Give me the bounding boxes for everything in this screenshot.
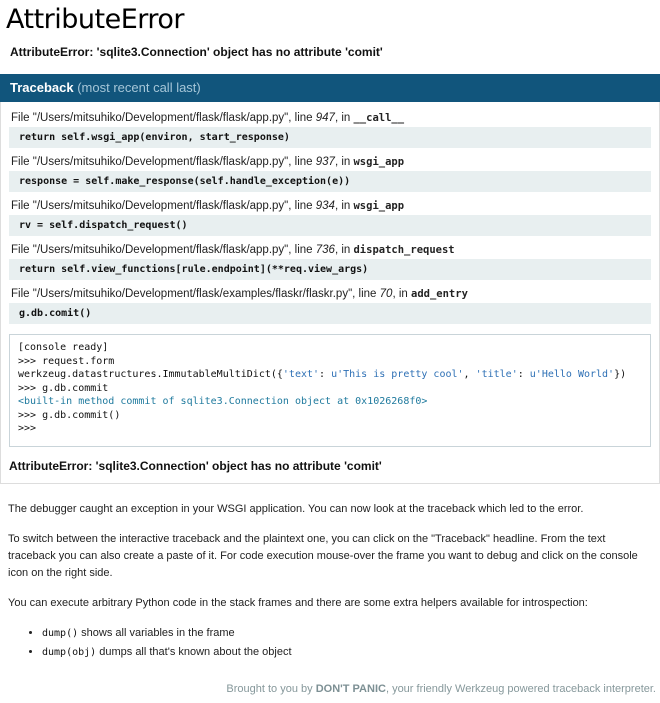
helper-item: dump() shows all variables in the frame — [42, 625, 652, 642]
line-number: 70 — [380, 288, 393, 300]
traceback-frame[interactable]: File "/Users/mitsuhiko/Development/flask… — [9, 112, 651, 148]
exception-message: AttributeError: 'sqlite3.Connection' obj… — [10, 45, 660, 59]
in-label: , in — [335, 200, 354, 212]
helper-item: dump(obj) dumps all that's known about t… — [42, 644, 652, 661]
helper-code: dump() — [42, 628, 78, 639]
frame-location: File "/Users/mitsuhiko/Development/flask… — [11, 156, 649, 168]
frame-source-line[interactable]: response = self.make_response(self.handl… — [9, 171, 651, 192]
file-label: File — [11, 200, 33, 212]
line-number: 937 — [316, 156, 335, 168]
line-label: , line — [288, 200, 316, 212]
explanation-paragraph: To switch between the interactive traceb… — [8, 531, 652, 582]
traceback-frame[interactable]: File "/Users/mitsuhiko/Development/flask… — [9, 200, 651, 236]
interactive-console[interactable]: [console ready] >>> request.form werkzeu… — [9, 334, 651, 447]
traceback-header-note: (most recent call last) — [77, 80, 201, 95]
footer-text: Brought to you by — [226, 683, 315, 695]
traceback-error-line: AttributeError: 'sqlite3.Connection' obj… — [9, 459, 651, 473]
console-string-literal: 'text' — [283, 369, 319, 380]
console-input-line: >>> g.db.commit — [18, 382, 642, 396]
page-title: AttributeError — [6, 0, 660, 35]
explanation-paragraph: You can execute arbitrary Python code in… — [8, 595, 652, 612]
console-output-line: werkzeug.datastructures.ImmutableMultiDi… — [18, 368, 642, 382]
line-number: 947 — [316, 112, 335, 124]
line-label: , line — [288, 244, 316, 256]
function-name: dispatch_request — [353, 244, 454, 256]
console-prompt[interactable]: >>> — [18, 422, 642, 436]
file-label: File — [11, 112, 33, 124]
function-name: wsgi_app — [353, 200, 404, 212]
line-label: , line — [288, 156, 316, 168]
line-label: , line — [352, 288, 380, 300]
file-path: "/Users/mitsuhiko/Development/flask/flas… — [33, 244, 289, 256]
console-input-line: >>> g.db.commit() — [18, 409, 642, 423]
console-output-text: werkzeug.datastructures.ImmutableMultiDi… — [18, 369, 283, 380]
helper-code: dump(obj) — [42, 647, 96, 658]
console-string-literal: u'This is pretty cool' — [331, 369, 463, 380]
helper-description: shows all variables in the frame — [78, 627, 235, 639]
in-label: , in — [335, 244, 354, 256]
explanation-section: The debugger caught an exception in your… — [0, 484, 660, 661]
frame-location: File "/Users/mitsuhiko/Development/flask… — [11, 244, 649, 256]
line-number: 736 — [316, 244, 335, 256]
in-label: , in — [335, 156, 354, 168]
file-path: "/Users/mitsuhiko/Development/flask/flas… — [33, 156, 289, 168]
console-output-text: : — [319, 369, 331, 380]
frame-location: File "/Users/mitsuhiko/Development/flask… — [11, 200, 649, 212]
frame-source-line[interactable]: g.db.comit() — [9, 303, 651, 324]
console-string-literal: 'title' — [476, 369, 518, 380]
function-name: wsgi_app — [353, 156, 404, 168]
console-output-text: : — [518, 369, 530, 380]
file-path: "/Users/mitsuhiko/Development/flask/flas… — [33, 112, 289, 124]
line-label: , line — [288, 112, 316, 124]
traceback-frame[interactable]: File "/Users/mitsuhiko/Development/flask… — [9, 288, 651, 324]
file-label: File — [11, 244, 33, 256]
traceback-box: File "/Users/mitsuhiko/Development/flask… — [0, 102, 660, 484]
frame-location: File "/Users/mitsuhiko/Development/flask… — [11, 112, 649, 124]
explanation-paragraph: The debugger caught an exception in your… — [8, 501, 652, 518]
in-label: , in — [392, 288, 411, 300]
traceback-frame[interactable]: File "/Users/mitsuhiko/Development/flask… — [9, 156, 651, 192]
function-name: __call__ — [353, 112, 404, 124]
function-name: add_entry — [411, 288, 468, 300]
console-string-literal: u'Hello World' — [530, 369, 614, 380]
file-path: "/Users/mitsuhiko/Development/flask/exam… — [33, 288, 352, 300]
console-object-repr-line: <built-in method commit of sqlite3.Conne… — [18, 395, 642, 409]
line-number: 934 — [316, 200, 335, 212]
footer-brand: DON'T PANIC — [316, 683, 386, 695]
traceback-header-title: Traceback — [10, 80, 77, 95]
traceback-header[interactable]: Traceback (most recent call last) — [0, 74, 660, 102]
console-output-text: , — [464, 369, 476, 380]
traceback-frame[interactable]: File "/Users/mitsuhiko/Development/flask… — [9, 244, 651, 280]
frame-source-line[interactable]: rv = self.dispatch_request() — [9, 215, 651, 236]
in-label: , in — [335, 112, 354, 124]
file-label: File — [11, 156, 33, 168]
frame-source-line[interactable]: return self.view_functions[rule.endpoint… — [9, 259, 651, 280]
file-path: "/Users/mitsuhiko/Development/flask/flas… — [33, 200, 289, 212]
console-input-line: >>> request.form — [18, 355, 642, 369]
console-output-text: }) — [614, 369, 626, 380]
frame-source-line[interactable]: return self.wsgi_app(environ, start_resp… — [9, 127, 651, 148]
file-label: File — [11, 288, 33, 300]
footer-text: , your friendly Werkzeug powered traceba… — [386, 683, 656, 695]
console-ready-line: [console ready] — [18, 341, 642, 355]
helper-list: dump() shows all variables in the frame … — [28, 625, 652, 661]
frame-location: File "/Users/mitsuhiko/Development/flask… — [11, 288, 649, 300]
footer: Brought to you by DON'T PANIC, your frie… — [0, 671, 660, 703]
helper-description: dumps all that's known about the object — [96, 646, 291, 658]
